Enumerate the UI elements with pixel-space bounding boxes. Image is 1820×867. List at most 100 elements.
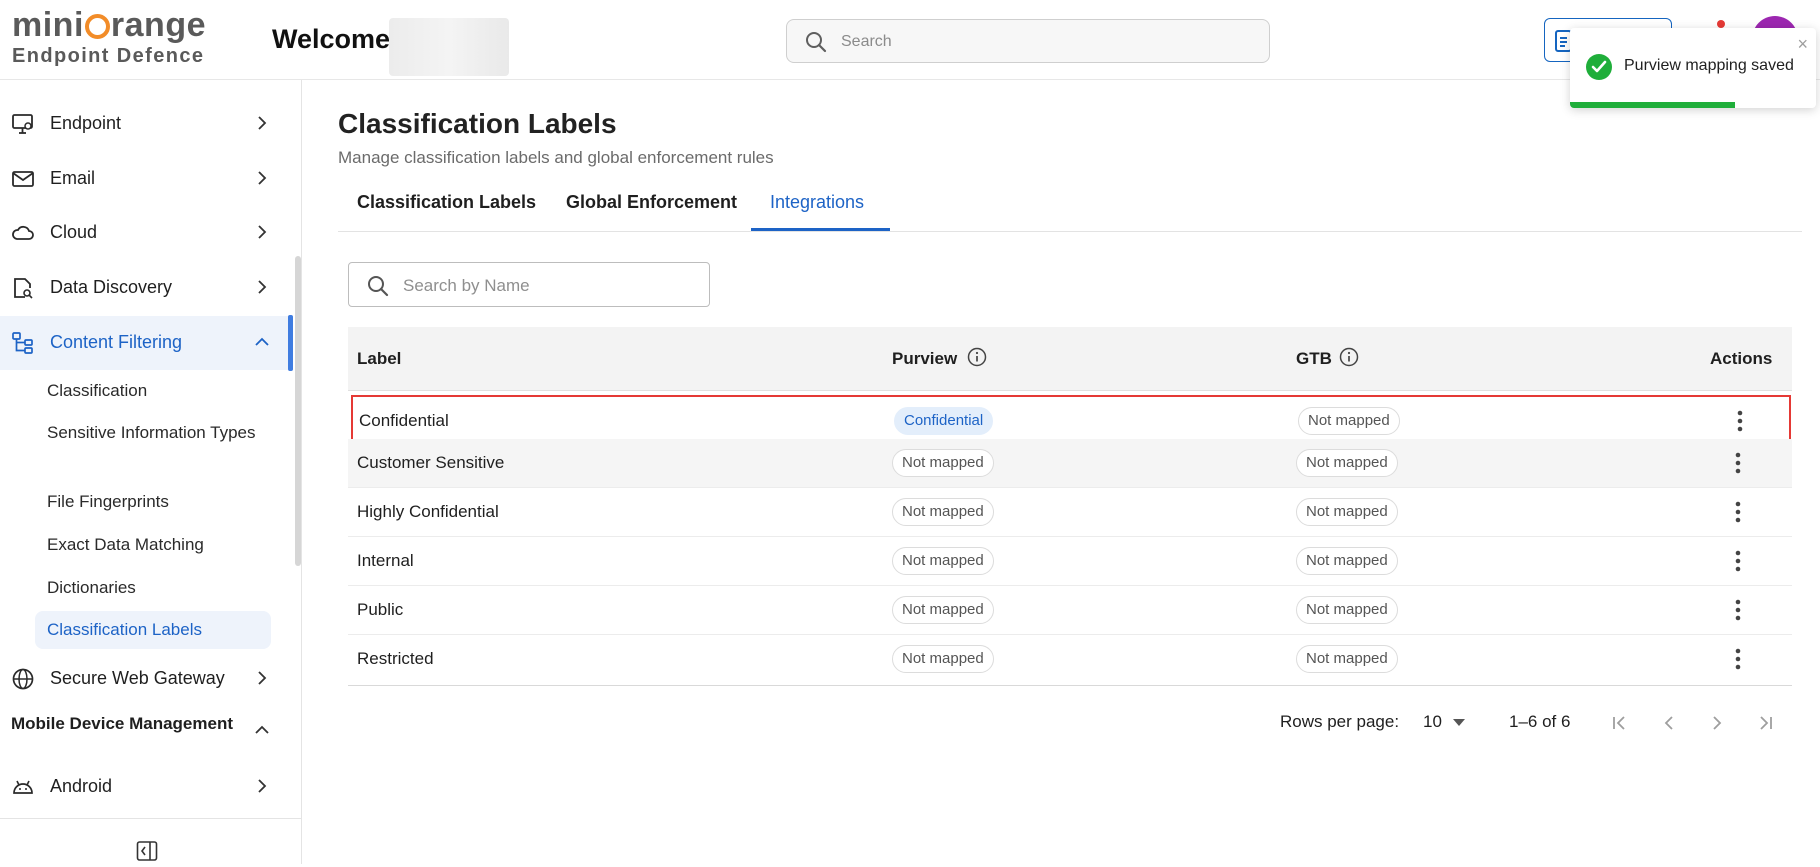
more-vert-icon[interactable] xyxy=(1737,410,1743,437)
label-cell: Restricted xyxy=(357,649,434,668)
redacted-username xyxy=(389,18,509,76)
sidebar-item-label: Cloud xyxy=(50,222,98,242)
sidebar-scrollbar[interactable] xyxy=(295,256,301,566)
next-page-icon[interactable] xyxy=(1707,713,1727,738)
sidebar-item-label: Email xyxy=(50,168,96,188)
sidebar-item-label: Endpoint xyxy=(50,113,122,133)
more-vert-icon[interactable] xyxy=(1735,599,1741,626)
tab-classification-labels[interactable]: Classification Labels xyxy=(357,192,536,213)
rows-per-page-select[interactable]: 10 xyxy=(1423,712,1465,732)
label-cell: Confidential xyxy=(359,411,449,430)
gtb-mapping-chip: Not mapped xyxy=(1296,645,1398,673)
table-row[interactable]: Customer Sensitive Not mapped Not mapped xyxy=(348,439,1792,488)
logo[interactable]: mini range Endpoint Defence xyxy=(12,6,217,72)
sidebar-subitem-classification-labels[interactable]: Classification Labels xyxy=(35,611,271,649)
globe-icon xyxy=(11,667,35,691)
sidebar-item-label: Android xyxy=(50,776,113,796)
file-search-icon xyxy=(11,276,35,300)
rows-per-page-value: 10 xyxy=(1423,712,1442,731)
table-row[interactable]: Public Not mapped Not mapped xyxy=(348,586,1792,635)
tab-integrations[interactable]: Integrations xyxy=(770,192,864,213)
more-vert-icon[interactable] xyxy=(1735,501,1741,528)
more-vert-icon[interactable] xyxy=(1735,452,1741,479)
close-icon[interactable]: × xyxy=(1797,35,1808,53)
info-icon[interactable] xyxy=(1339,347,1359,367)
toast-progress-bar xyxy=(1570,102,1735,108)
gtb-mapping-chip: Not mapped xyxy=(1298,407,1400,435)
info-icon[interactable] xyxy=(967,347,987,367)
column-header-purview-text: Purview xyxy=(892,349,958,368)
sidebar-item-content-filtering[interactable]: Content Filtering xyxy=(0,316,292,370)
gtb-mapping-chip: Not mapped xyxy=(1296,547,1398,575)
table-header: Label Purview GTB Actions xyxy=(348,327,1792,391)
toast-message: Purview mapping saved xyxy=(1624,57,1794,74)
more-vert-icon[interactable] xyxy=(1735,550,1741,577)
logo-text-right: range xyxy=(110,6,206,44)
chevron-right-icon xyxy=(254,778,270,799)
sidebar-subitem-dictionaries[interactable]: Dictionaries xyxy=(47,575,267,601)
table-bottom-divider xyxy=(348,685,1792,686)
chevron-right-icon xyxy=(254,670,270,691)
tab-global-enforcement[interactable]: Global Enforcement xyxy=(566,192,737,213)
active-tab-indicator xyxy=(751,228,890,231)
search-placeholder: Search xyxy=(841,33,892,50)
global-search-input[interactable]: Search xyxy=(786,19,1270,63)
sidebar-item-label: Content Filtering xyxy=(50,332,183,352)
column-header-actions: Actions xyxy=(1710,349,1773,368)
android-icon xyxy=(11,775,35,799)
sidebar-subitem-exact-data-matching[interactable]: Exact Data Matching xyxy=(47,532,267,558)
sidebar-item-endpoint[interactable]: Endpoint xyxy=(0,97,292,151)
search-icon xyxy=(367,275,389,297)
more-vert-icon[interactable] xyxy=(1735,648,1741,675)
table-row[interactable]: Confidential Confidential Not mapped xyxy=(351,395,1791,444)
purview-mapping-chip: Not mapped xyxy=(892,645,994,673)
search-placeholder: Search by Name xyxy=(403,276,530,295)
top-bar: mini range Endpoint Defence Welcome, Sear… xyxy=(0,0,1820,80)
dropdown-arrow-icon xyxy=(1452,718,1465,726)
column-header-purview: Purview xyxy=(892,347,987,369)
gtb-mapping-chip: Not mapped xyxy=(1296,596,1398,624)
last-page-icon[interactable] xyxy=(1755,713,1775,738)
monitor-gear-icon xyxy=(11,112,35,136)
purview-mapping-chip: Not mapped xyxy=(892,547,994,575)
logo-o-mark xyxy=(84,14,110,39)
tab-bar: Classification Labels Global Enforcement… xyxy=(338,182,1802,232)
chevron-right-icon xyxy=(254,279,270,300)
sidebar-subitem-sensitive-information-types[interactable]: Sensitive Information Types xyxy=(47,420,267,446)
column-header-label[interactable]: Label xyxy=(357,349,401,369)
purview-mapping-chip: Not mapped xyxy=(892,596,994,624)
sidebar-item-label: Data Discovery xyxy=(50,277,173,297)
tree-icon xyxy=(11,331,35,355)
table-row[interactable]: Internal Not mapped Not mapped xyxy=(348,537,1792,586)
active-indicator xyxy=(288,315,293,371)
success-check-icon xyxy=(1586,54,1612,80)
logo-subtitle: Endpoint Defence xyxy=(12,45,205,67)
table-row[interactable]: Highly Confidential Not mapped Not mappe… xyxy=(348,488,1792,537)
chevron-right-icon xyxy=(254,170,270,191)
sidebar-subitem-classification[interactable]: Classification xyxy=(47,378,267,404)
label-cell: Highly Confidential xyxy=(357,502,499,521)
search-by-name-input[interactable]: Search by Name xyxy=(348,262,710,307)
chevron-up-icon[interactable] xyxy=(254,722,270,743)
label-cell: Customer Sensitive xyxy=(357,453,505,472)
purview-mapping-chip: Not mapped xyxy=(892,498,994,526)
collapse-sidebar-icon[interactable] xyxy=(136,840,158,867)
first-page-icon[interactable] xyxy=(1610,713,1630,738)
pagination-range: 1–6 of 6 xyxy=(1509,712,1571,731)
label-cell: Internal xyxy=(357,551,414,570)
sidebar-subitem-file-fingerprints[interactable]: File Fingerprints xyxy=(47,489,267,515)
purview-mapping-chip: Confidential xyxy=(894,407,994,435)
sidebar-item-android[interactable]: Android xyxy=(0,760,292,814)
sidebar-item-cloud[interactable]: Cloud xyxy=(0,206,292,260)
section-title-mobile-device-management[interactable]: Mobile Device Management xyxy=(11,714,233,734)
cloud-icon xyxy=(11,221,35,245)
sidebar-item-secure-web-gateway[interactable]: Secure Web Gateway xyxy=(0,652,292,706)
sidebar-item-data-discovery[interactable]: Data Discovery xyxy=(0,261,292,315)
label-cell: Public xyxy=(357,600,404,619)
previous-page-icon[interactable] xyxy=(1659,713,1679,738)
chevron-right-icon xyxy=(254,224,270,245)
sidebar-item-email[interactable]: Email xyxy=(0,152,292,206)
purview-mapping-chip: Not mapped xyxy=(892,449,994,477)
welcome-text: Welcome, xyxy=(272,24,398,54)
table-row[interactable]: Restricted Not mapped Not mapped xyxy=(348,635,1792,684)
